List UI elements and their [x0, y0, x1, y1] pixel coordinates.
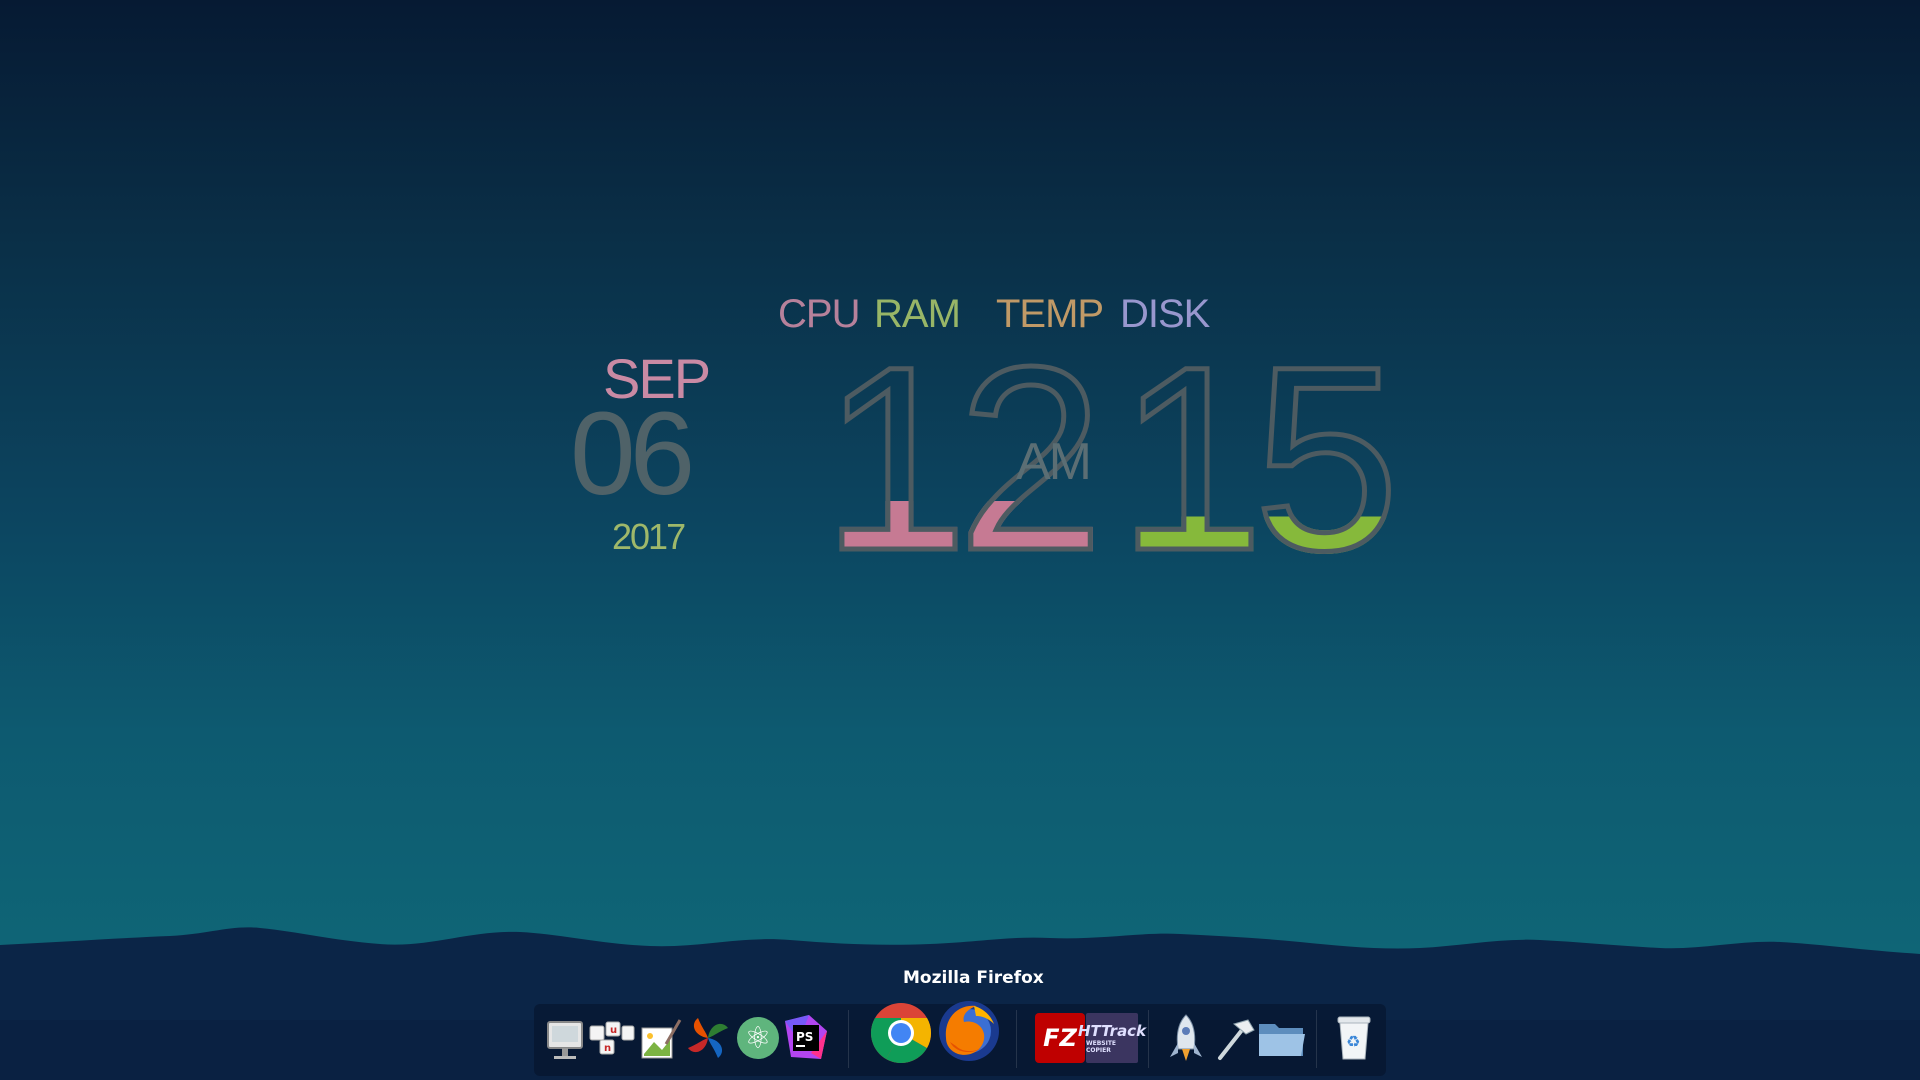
system-preferences-icon — [547, 1021, 583, 1059]
dock-item-atom[interactable]: ⚛ — [732, 1010, 784, 1066]
clock-ampm: AM — [1016, 433, 1092, 491]
pinwheel-app-icon — [688, 1018, 728, 1058]
httrack-subtitle: WEBSITE COPIER — [1086, 1040, 1117, 1054]
httrack-icon: HTTrack WEBSITE COPIER — [1078, 1013, 1146, 1063]
dock-item-phpstorm[interactable]: PS — [780, 1010, 832, 1066]
trash-icon: ♻ — [1337, 1016, 1371, 1060]
phpstorm-label: PS — [796, 1030, 813, 1044]
image-editor-icon — [641, 1019, 682, 1059]
dock-item-pinwheel-app[interactable] — [682, 1010, 734, 1066]
folder-icon — [1259, 1024, 1305, 1056]
httrack-title: HTTrack — [1077, 1022, 1147, 1040]
dock-item-build-tool[interactable] — [1208, 1010, 1260, 1066]
svg-text:u: u — [610, 1025, 617, 1036]
dock-item-system-preferences[interactable] — [540, 1010, 592, 1066]
dock-item-image-editor[interactable] — [634, 1010, 686, 1066]
dock-item-chrome[interactable] — [866, 1000, 936, 1066]
dock-tooltip: Mozilla Firefox — [903, 968, 1044, 988]
date-year: 2017 — [612, 516, 686, 557]
dock-item-httrack[interactable]: HTTrack WEBSITE COPIER — [1078, 1010, 1146, 1066]
rocket-launcher-icon — [1170, 1014, 1202, 1061]
unity-tweak-icon: u n — [589, 1021, 635, 1055]
chrome-icon — [870, 1003, 932, 1064]
dock-item-unity-tweak[interactable]: u n — [586, 1010, 638, 1066]
dock-separator — [1016, 1010, 1017, 1068]
dock-item-files[interactable] — [1256, 1010, 1308, 1066]
svg-text:n: n — [604, 1043, 611, 1054]
dock-item-trash[interactable]: ♻ — [1328, 1010, 1380, 1066]
clock-minutes: 15 — [1115, 312, 1401, 605]
hammer-icon — [1218, 1019, 1255, 1060]
dock-item-launcher[interactable] — [1160, 1010, 1212, 1066]
firefox-icon — [939, 1001, 999, 1061]
atom-editor-icon: ⚛ — [737, 1017, 779, 1059]
dock-separator — [848, 1010, 849, 1068]
dock-separator — [1316, 1010, 1317, 1068]
dock-separator — [1148, 1010, 1149, 1068]
recycle-symbol: ♻ — [1346, 1032, 1360, 1051]
dock-item-firefox[interactable] — [934, 998, 1004, 1064]
phpstorm-icon: PS — [785, 1015, 827, 1059]
date-day: 06 — [570, 388, 695, 520]
